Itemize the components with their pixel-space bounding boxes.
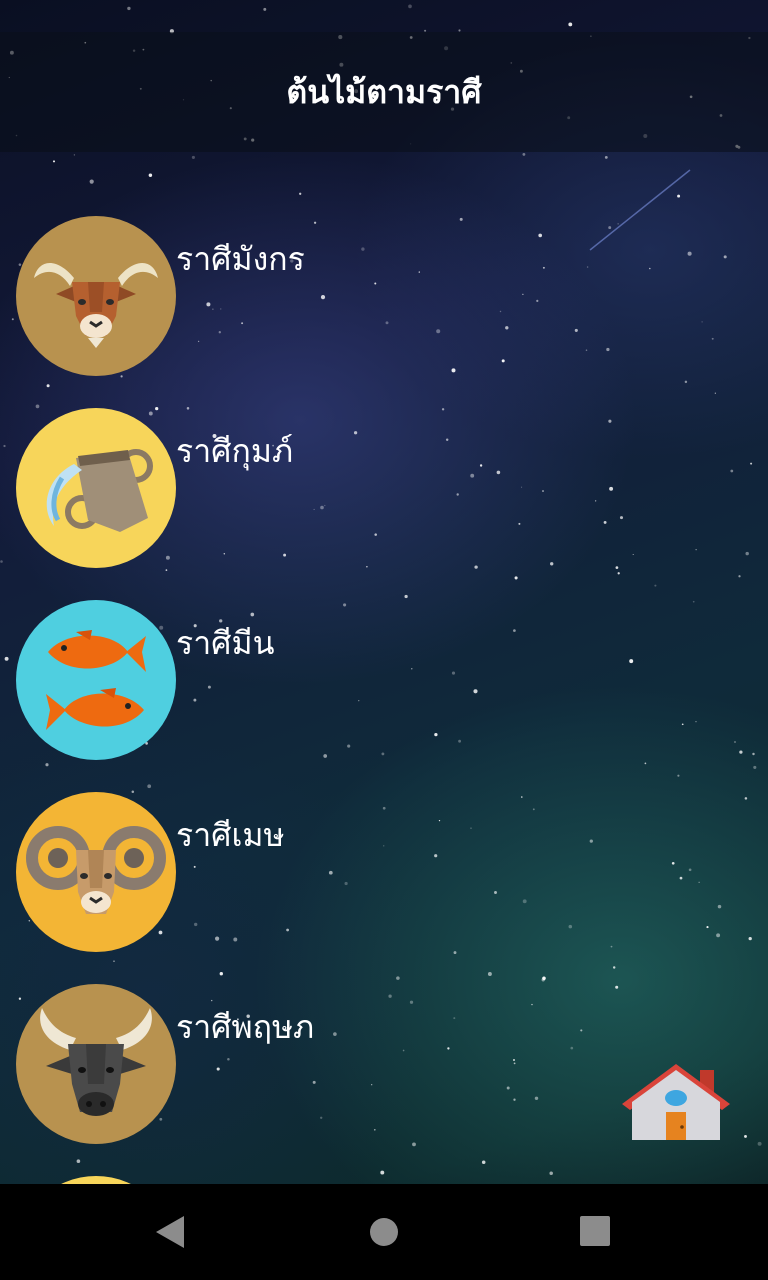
zodiac-label: ราศีเมษ — [176, 816, 285, 854]
pisces-fish-icon — [16, 600, 176, 760]
page-title: ต้นไม้ตามราศี — [286, 72, 482, 111]
zodiac-label: ราศีมีน — [176, 624, 275, 662]
status-bar — [0, 0, 768, 32]
next-sign-icon — [16, 1176, 176, 1184]
zodiac-label: ราศีพฤษภ — [176, 1008, 315, 1046]
list-item-aquarius[interactable]: ราศีกุมภ์ — [16, 408, 616, 568]
back-triangle-icon[interactable] — [150, 1212, 190, 1252]
zodiac-label: ราศีกุมภ์ — [176, 432, 294, 470]
list-item-taurus[interactable]: ราศีพฤษภ — [16, 984, 616, 1144]
home-button[interactable] — [616, 1058, 736, 1148]
aquarius-jug-icon — [16, 408, 176, 568]
app-header: ต้นไม้ตามราศี — [0, 32, 768, 152]
zodiac-list[interactable]: ราศีมังกร ราศีกุมภ์ ราศีมีน ราศีเมษ ราศี… — [0, 152, 768, 1184]
list-item-capricorn[interactable]: ราศีมังกร — [16, 216, 616, 376]
system-navigation-bar — [0, 1184, 768, 1280]
taurus-bull-icon — [16, 984, 176, 1144]
aries-ram-icon — [16, 792, 176, 952]
list-item-next[interactable] — [16, 1176, 616, 1184]
capricorn-goat-icon — [16, 216, 176, 376]
recents-square-icon[interactable] — [576, 1212, 616, 1252]
home-house-icon — [622, 1064, 730, 1140]
home-circle-icon[interactable] — [364, 1212, 404, 1252]
zodiac-label: ราศีมังกร — [176, 240, 305, 278]
list-item-pisces[interactable]: ราศีมีน — [16, 600, 616, 760]
list-item-aries[interactable]: ราศีเมษ — [16, 792, 616, 952]
